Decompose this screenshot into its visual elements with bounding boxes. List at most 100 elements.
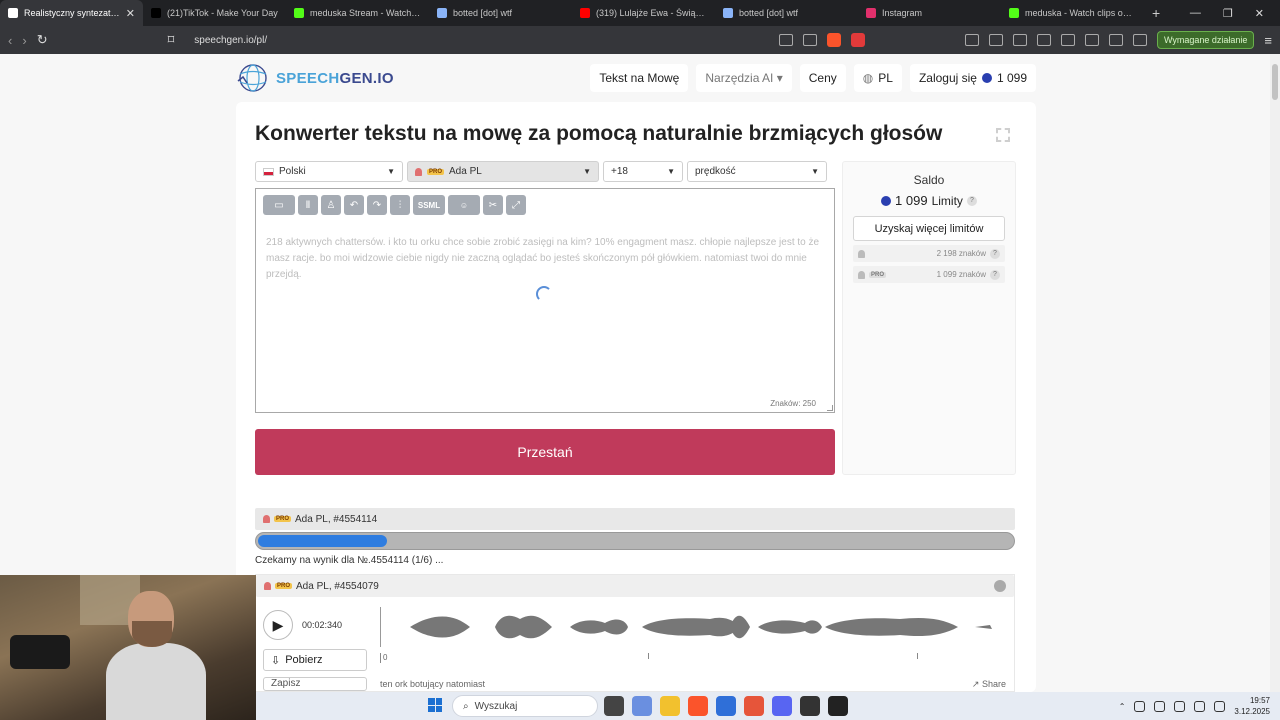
media-icon[interactable] [1036, 34, 1051, 46]
browser-tab[interactable]: botted [dot] wtf [429, 0, 572, 26]
pro-badge: PRO [275, 583, 293, 589]
download-button[interactable]: ⇩ Pobierz [263, 649, 367, 671]
browser-tab[interactable]: Realistyczny syntezator mo ✕ [0, 0, 143, 26]
obs-icon[interactable] [828, 696, 848, 716]
tray-display-icon[interactable] [1194, 700, 1206, 712]
tray-mic-icon[interactable] [1174, 700, 1186, 712]
close-window-icon[interactable]: ✕ [1255, 7, 1264, 20]
app-icon[interactable] [800, 696, 820, 716]
save-button[interactable]: Zapisz [263, 677, 367, 691]
resize-handle-icon[interactable] [827, 405, 833, 411]
browser-tab[interactable]: (319) Lulajże Ewa - Świąteczna [572, 0, 715, 26]
scissors-icon[interactable]: ✂ [483, 195, 503, 215]
brave-rewards-icon[interactable] [850, 33, 865, 47]
redo-icon[interactable]: ↷ [367, 195, 387, 215]
extension-icon[interactable] [964, 34, 979, 46]
browser-tab[interactable]: botted [dot] wtf [715, 0, 858, 26]
browser-tab[interactable]: Instagram [858, 0, 1001, 26]
tray-cloud-icon[interactable] [1154, 700, 1166, 712]
editor-text[interactable]: 218 aktywnych chattersów. i kto tu orku … [266, 235, 826, 283]
balance-panel: Saldo 1 099 Limity ? Uzyskaj więcej limi… [842, 161, 1016, 475]
new-tab-button[interactable]: + [1144, 5, 1168, 21]
undo-icon[interactable]: ↶ [344, 195, 364, 215]
taskview-icon[interactable] [604, 696, 624, 716]
download-icon: ⇩ [271, 654, 281, 667]
menu-login[interactable]: Zaloguj się 1 099 [909, 64, 1036, 92]
get-more-limits-button[interactable]: Uzyskaj więcej limitów [853, 216, 1005, 241]
reload-icon[interactable]: ↻ [37, 32, 48, 48]
share-button[interactable]: ↗ Share [972, 679, 1006, 690]
audio-waveform[interactable] [380, 607, 1010, 647]
saldo-label: Saldo [913, 173, 945, 187]
trash-icon[interactable] [994, 580, 1006, 592]
required-action-button[interactable]: Wymagane działanie [1156, 31, 1255, 49]
stats-icon[interactable]: ⤢ [506, 195, 526, 215]
sidebar-icon[interactable] [1060, 34, 1075, 46]
clock-time: 19:57 [1249, 696, 1270, 705]
brave-icon[interactable] [688, 696, 708, 716]
bookmark-icon[interactable]: ⌑ [168, 32, 175, 48]
page-scrollbar[interactable] [1270, 54, 1280, 692]
help-icon[interactable]: ? [990, 248, 1000, 259]
speed-select[interactable]: prędkość ▼ [687, 161, 827, 182]
open-file-icon[interactable]: ▭ [263, 195, 295, 215]
browser-tab[interactable]: meduska Stream - Watch Live o [286, 0, 429, 26]
puzzle-icon[interactable] [988, 34, 1003, 46]
screenshot-icon[interactable] [1012, 34, 1027, 46]
maximize-icon[interactable]: ❐ [1223, 7, 1233, 20]
help-icon[interactable]: ? [990, 269, 1000, 280]
stop-button[interactable]: Przestań [255, 429, 835, 475]
voice-profile-icon[interactable]: ☺ [448, 195, 480, 215]
share-page-icon[interactable] [802, 34, 817, 46]
minimize-icon[interactable]: — [1190, 7, 1201, 20]
copilot-icon[interactable] [632, 696, 652, 716]
back-icon[interactable]: ‹ [8, 33, 12, 48]
play-button[interactable]: ▶ [263, 610, 293, 640]
leo-icon[interactable] [1108, 34, 1123, 46]
chevron-down-icon: ▼ [667, 167, 675, 176]
menu-tts[interactable]: Tekst na Mowę [590, 64, 689, 92]
window-controls: — ❐ ✕ [1190, 7, 1280, 20]
menu-icon[interactable]: ≡ [1264, 33, 1272, 48]
menu-language[interactable]: ◍ PL [853, 64, 902, 92]
windows-start-icon[interactable] [428, 698, 442, 712]
reader-icon[interactable] [778, 34, 793, 46]
explorer-icon[interactable] [660, 696, 680, 716]
tray-volume-icon[interactable] [1214, 700, 1226, 712]
pitch-select[interactable]: +18 ▼ [603, 161, 683, 182]
help-icon[interactable]: ? [966, 195, 977, 206]
taskbar-search[interactable]: ⌕ Wyszukaj [452, 695, 598, 717]
language-select[interactable]: Polski ▼ [255, 161, 403, 182]
emphasis-icon[interactable]: ♙ [321, 195, 341, 215]
store-icon[interactable] [716, 696, 736, 716]
vpn-icon[interactable] [1132, 34, 1147, 46]
browser-tab[interactable]: meduska - Watch clips on Kick [1001, 0, 1144, 26]
discord-icon[interactable] [772, 696, 792, 716]
tab-favicon-icon [8, 8, 18, 18]
tray-chevron-icon[interactable]: ⌃ [1119, 702, 1126, 711]
menu-tools[interactable]: Narzędzia AI ▾ [696, 64, 792, 92]
settings-sliders-icon[interactable]: ⫶ [390, 195, 410, 215]
logo-text-a: SPEECH [276, 69, 340, 87]
close-tab-icon[interactable]: ✕ [126, 7, 135, 20]
webcam-microphone [10, 635, 70, 669]
text-editor[interactable]: ▭ Ⅱ ♙ ↶ ↷ ⫶ SSML ☺ ✂ ⤢ 218 aktywnych cha… [255, 188, 835, 413]
voice-select[interactable]: PRO Ada PL ▼ [407, 161, 599, 182]
system-tray: ⌃ 19:57 3.12.2025 [1119, 692, 1270, 720]
menu-pricing[interactable]: Ceny [799, 64, 846, 92]
brave-shield-icon[interactable] [826, 33, 841, 47]
browser-tab[interactable]: (21)TikTok - Make Your Day [143, 0, 286, 26]
limit-row-free: 2 198 znaków ? [853, 245, 1005, 262]
ssml-button[interactable]: SSML [413, 195, 445, 215]
brave-active-icon[interactable] [744, 696, 764, 716]
scrollbar-thumb[interactable] [1272, 64, 1278, 100]
fullscreen-icon[interactable] [996, 128, 1010, 142]
wallet-icon[interactable] [1084, 34, 1099, 46]
url-field[interactable]: speechgen.io/pl/ [194, 35, 769, 46]
forward-icon[interactable]: › [22, 33, 26, 48]
pause-icon[interactable]: Ⅱ [298, 195, 318, 215]
taskbar-clock[interactable]: 19:57 3.12.2025 [1234, 695, 1270, 717]
tray-app-icon[interactable] [1134, 700, 1146, 712]
webcam-person-beard [132, 621, 172, 647]
site-logo[interactable]: SPEECHGEN.IO [236, 61, 394, 95]
